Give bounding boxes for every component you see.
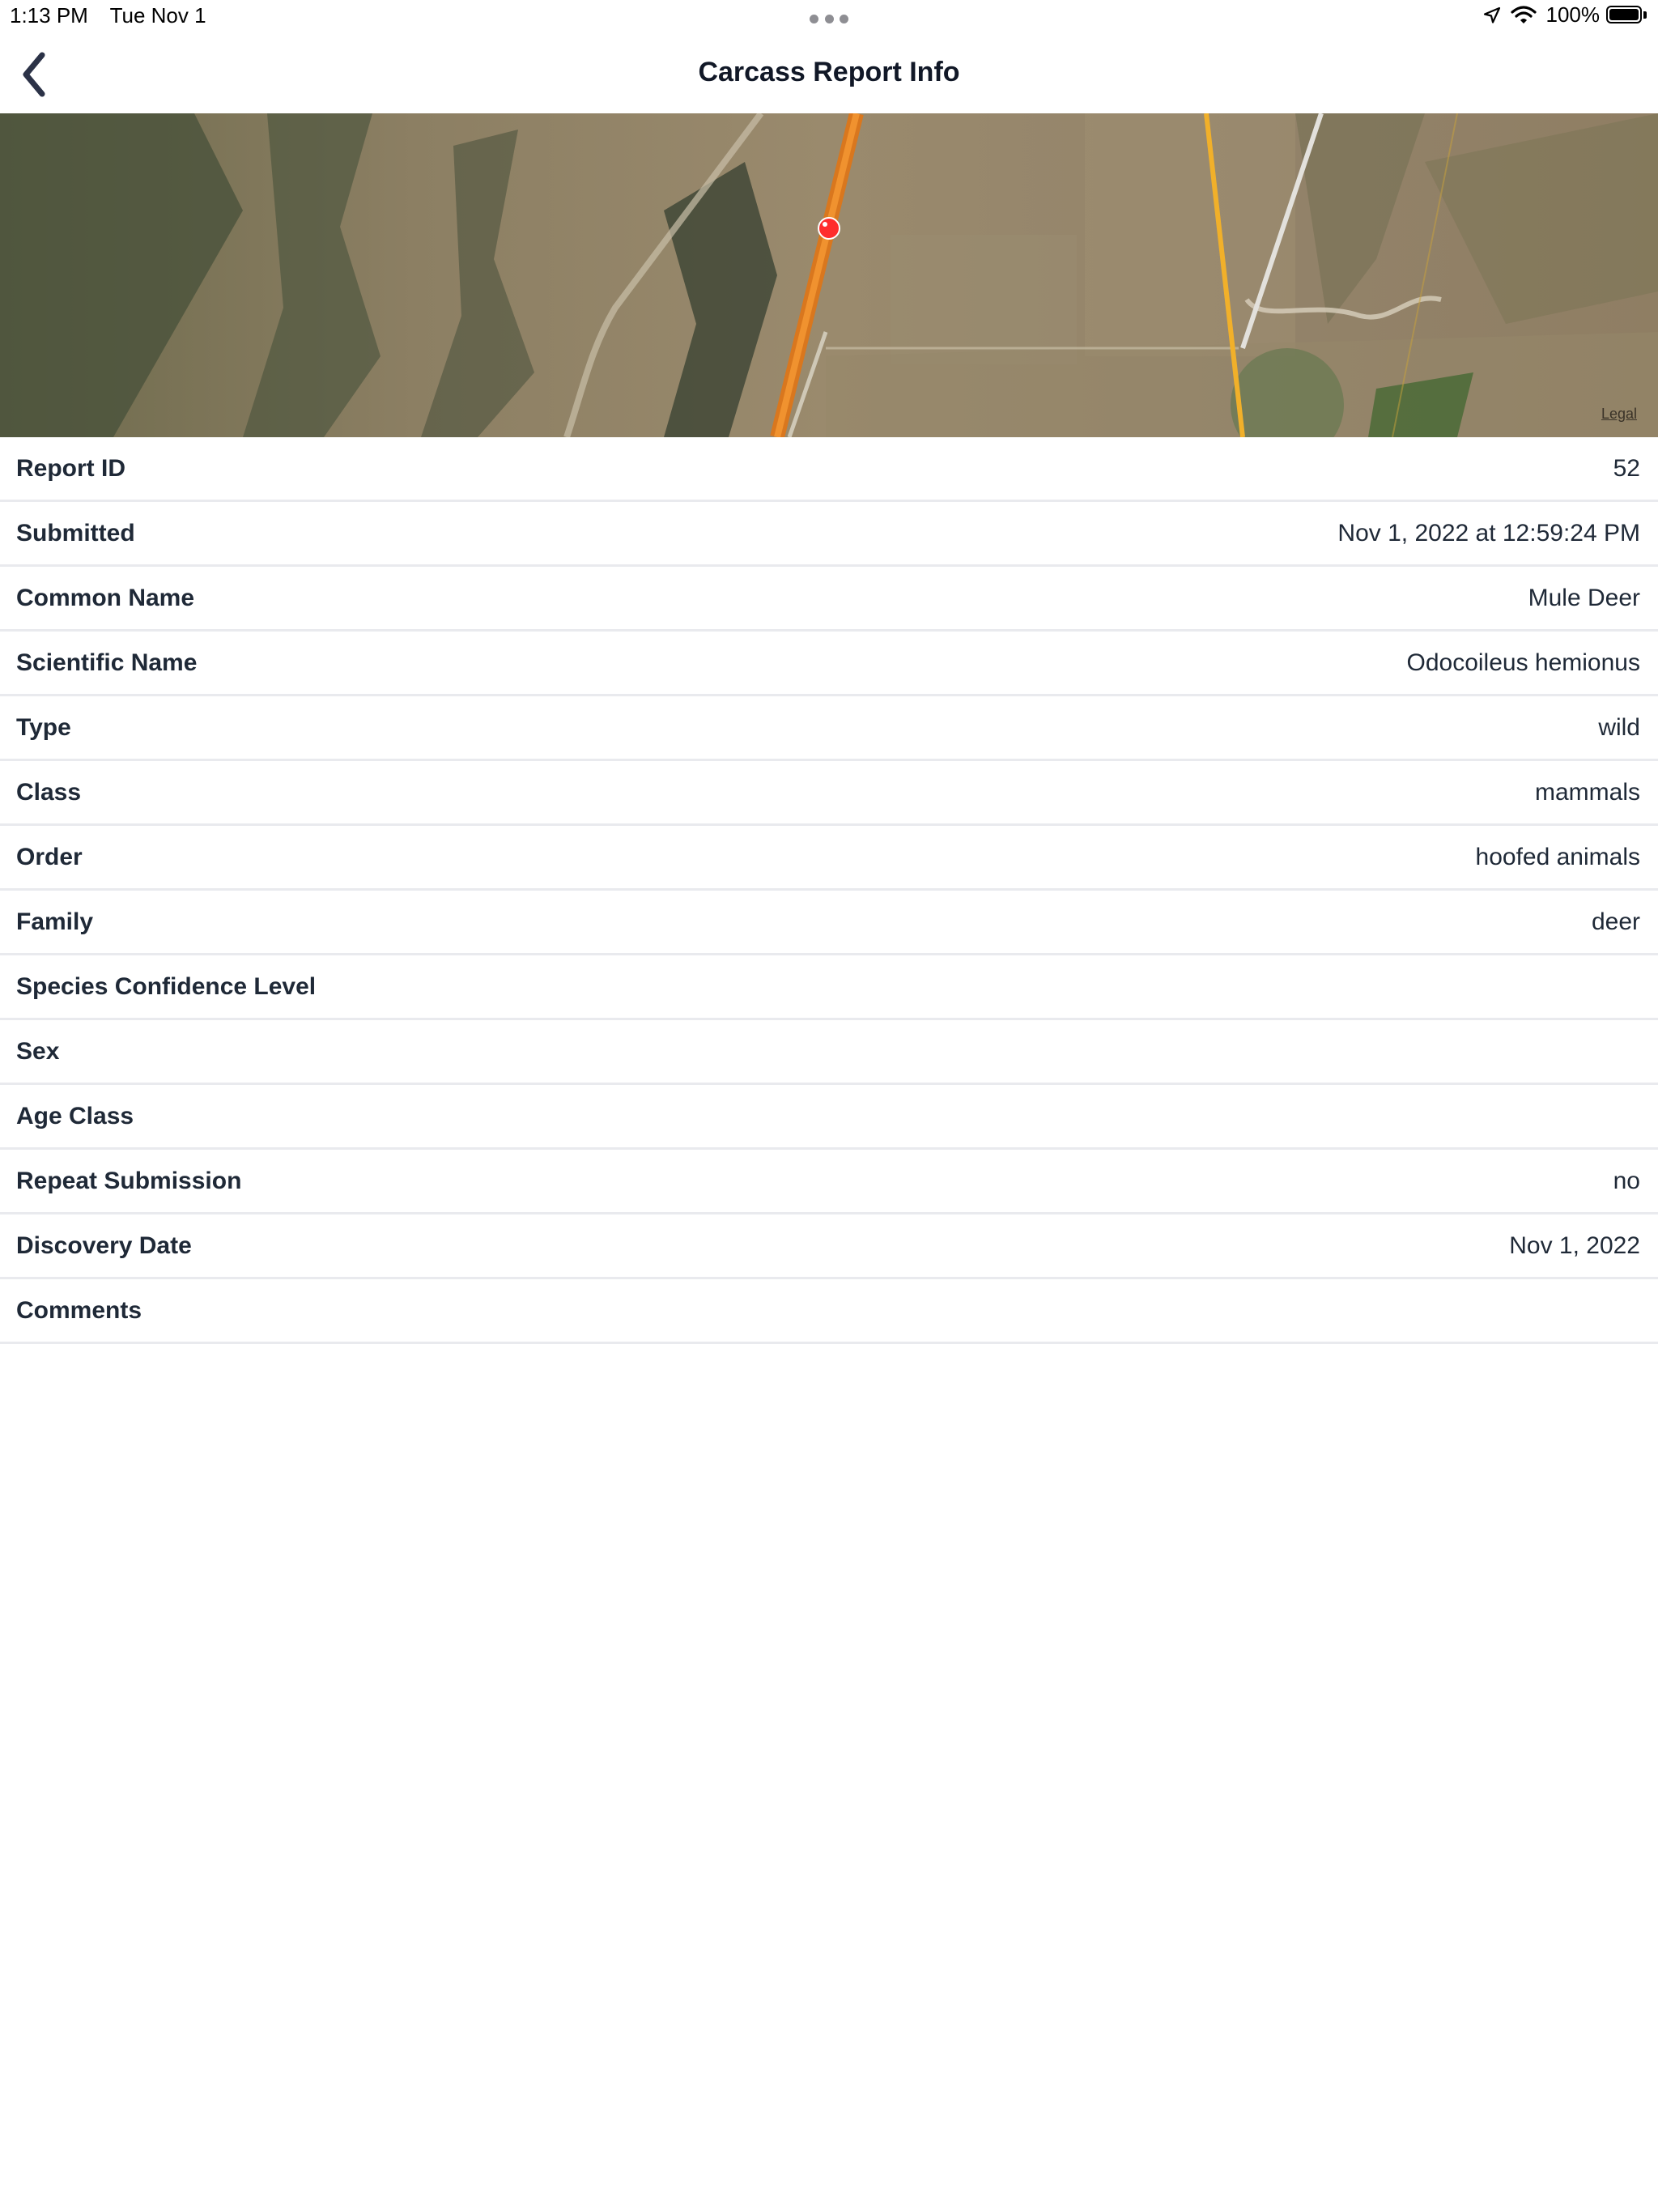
detail-row-type: Type wild xyxy=(0,696,1658,761)
detail-row-scientific-name: Scientific Name Odocoileus hemionus xyxy=(0,632,1658,696)
status-date: Tue Nov 1 xyxy=(109,3,206,28)
location-map[interactable]: Legal xyxy=(0,113,1658,437)
detail-value: Nov 1, 2022 xyxy=(1509,1232,1640,1259)
detail-value: Mule Deer xyxy=(1528,585,1640,611)
detail-value: no xyxy=(1613,1168,1640,1194)
detail-value: wild xyxy=(1598,714,1640,741)
report-details-list: Report ID 52 Submitted Nov 1, 2022 at 12… xyxy=(0,437,1658,1344)
satellite-map-image xyxy=(0,113,1658,437)
battery-icon xyxy=(1606,5,1648,25)
detail-label: Comments xyxy=(16,1297,142,1324)
multitasking-dots-icon[interactable] xyxy=(810,15,848,24)
detail-row-class: Class mammals xyxy=(0,761,1658,826)
page-title: Carcass Report Info xyxy=(698,57,960,87)
detail-label: Submitted xyxy=(16,520,135,547)
detail-row-report-id: Report ID 52 xyxy=(0,437,1658,502)
wifi-icon xyxy=(1510,5,1537,25)
location-arrow-icon xyxy=(1483,6,1501,24)
detail-row-comments: Comments xyxy=(0,1279,1658,1344)
detail-label: Species Confidence Level xyxy=(16,973,317,1000)
detail-row-age-class: Age Class xyxy=(0,1085,1658,1150)
detail-label: Repeat Submission xyxy=(16,1168,242,1194)
detail-value: 52 xyxy=(1613,455,1640,482)
navigation-bar: Carcass Report Info xyxy=(0,32,1658,113)
detail-label: Discovery Date xyxy=(16,1232,192,1259)
detail-value: Nov 1, 2022 at 12:59:24 PM xyxy=(1337,520,1640,547)
detail-row-common-name: Common Name Mule Deer xyxy=(0,567,1658,632)
map-legal-link[interactable]: Legal xyxy=(1601,406,1637,423)
detail-label: Scientific Name xyxy=(16,649,198,676)
detail-label: Order xyxy=(16,844,83,870)
detail-label: Sex xyxy=(16,1038,60,1065)
status-time: 1:13 PM xyxy=(10,3,88,28)
battery-percentage: 100% xyxy=(1545,2,1601,27)
detail-value: mammals xyxy=(1534,779,1640,806)
status-indicators: 100% xyxy=(1483,2,1649,28)
detail-row-species-confidence-level: Species Confidence Level xyxy=(0,955,1658,1020)
detail-row-family: Family deer xyxy=(0,891,1658,955)
detail-label: Age Class xyxy=(16,1103,134,1129)
detail-value: deer xyxy=(1591,908,1640,935)
detail-row-submitted: Submitted Nov 1, 2022 at 12:59:24 PM xyxy=(0,502,1658,567)
detail-label: Common Name xyxy=(16,585,195,611)
status-bar: 1:13 PM Tue Nov 1 100% xyxy=(0,0,1658,32)
detail-label: Class xyxy=(16,779,82,806)
status-time-date: 1:13 PM Tue Nov 1 xyxy=(10,3,223,28)
detail-value: Odocoileus hemionus xyxy=(1406,649,1640,676)
detail-value: hoofed animals xyxy=(1475,844,1640,870)
detail-label: Type xyxy=(16,714,71,741)
detail-label: Family xyxy=(16,908,94,935)
detail-row-order: Order hoofed animals xyxy=(0,826,1658,891)
detail-row-sex: Sex xyxy=(0,1020,1658,1085)
detail-row-repeat-submission: Repeat Submission no xyxy=(0,1150,1658,1214)
detail-label: Report ID xyxy=(16,455,125,482)
detail-row-discovery-date: Discovery Date Nov 1, 2022 xyxy=(0,1214,1658,1279)
